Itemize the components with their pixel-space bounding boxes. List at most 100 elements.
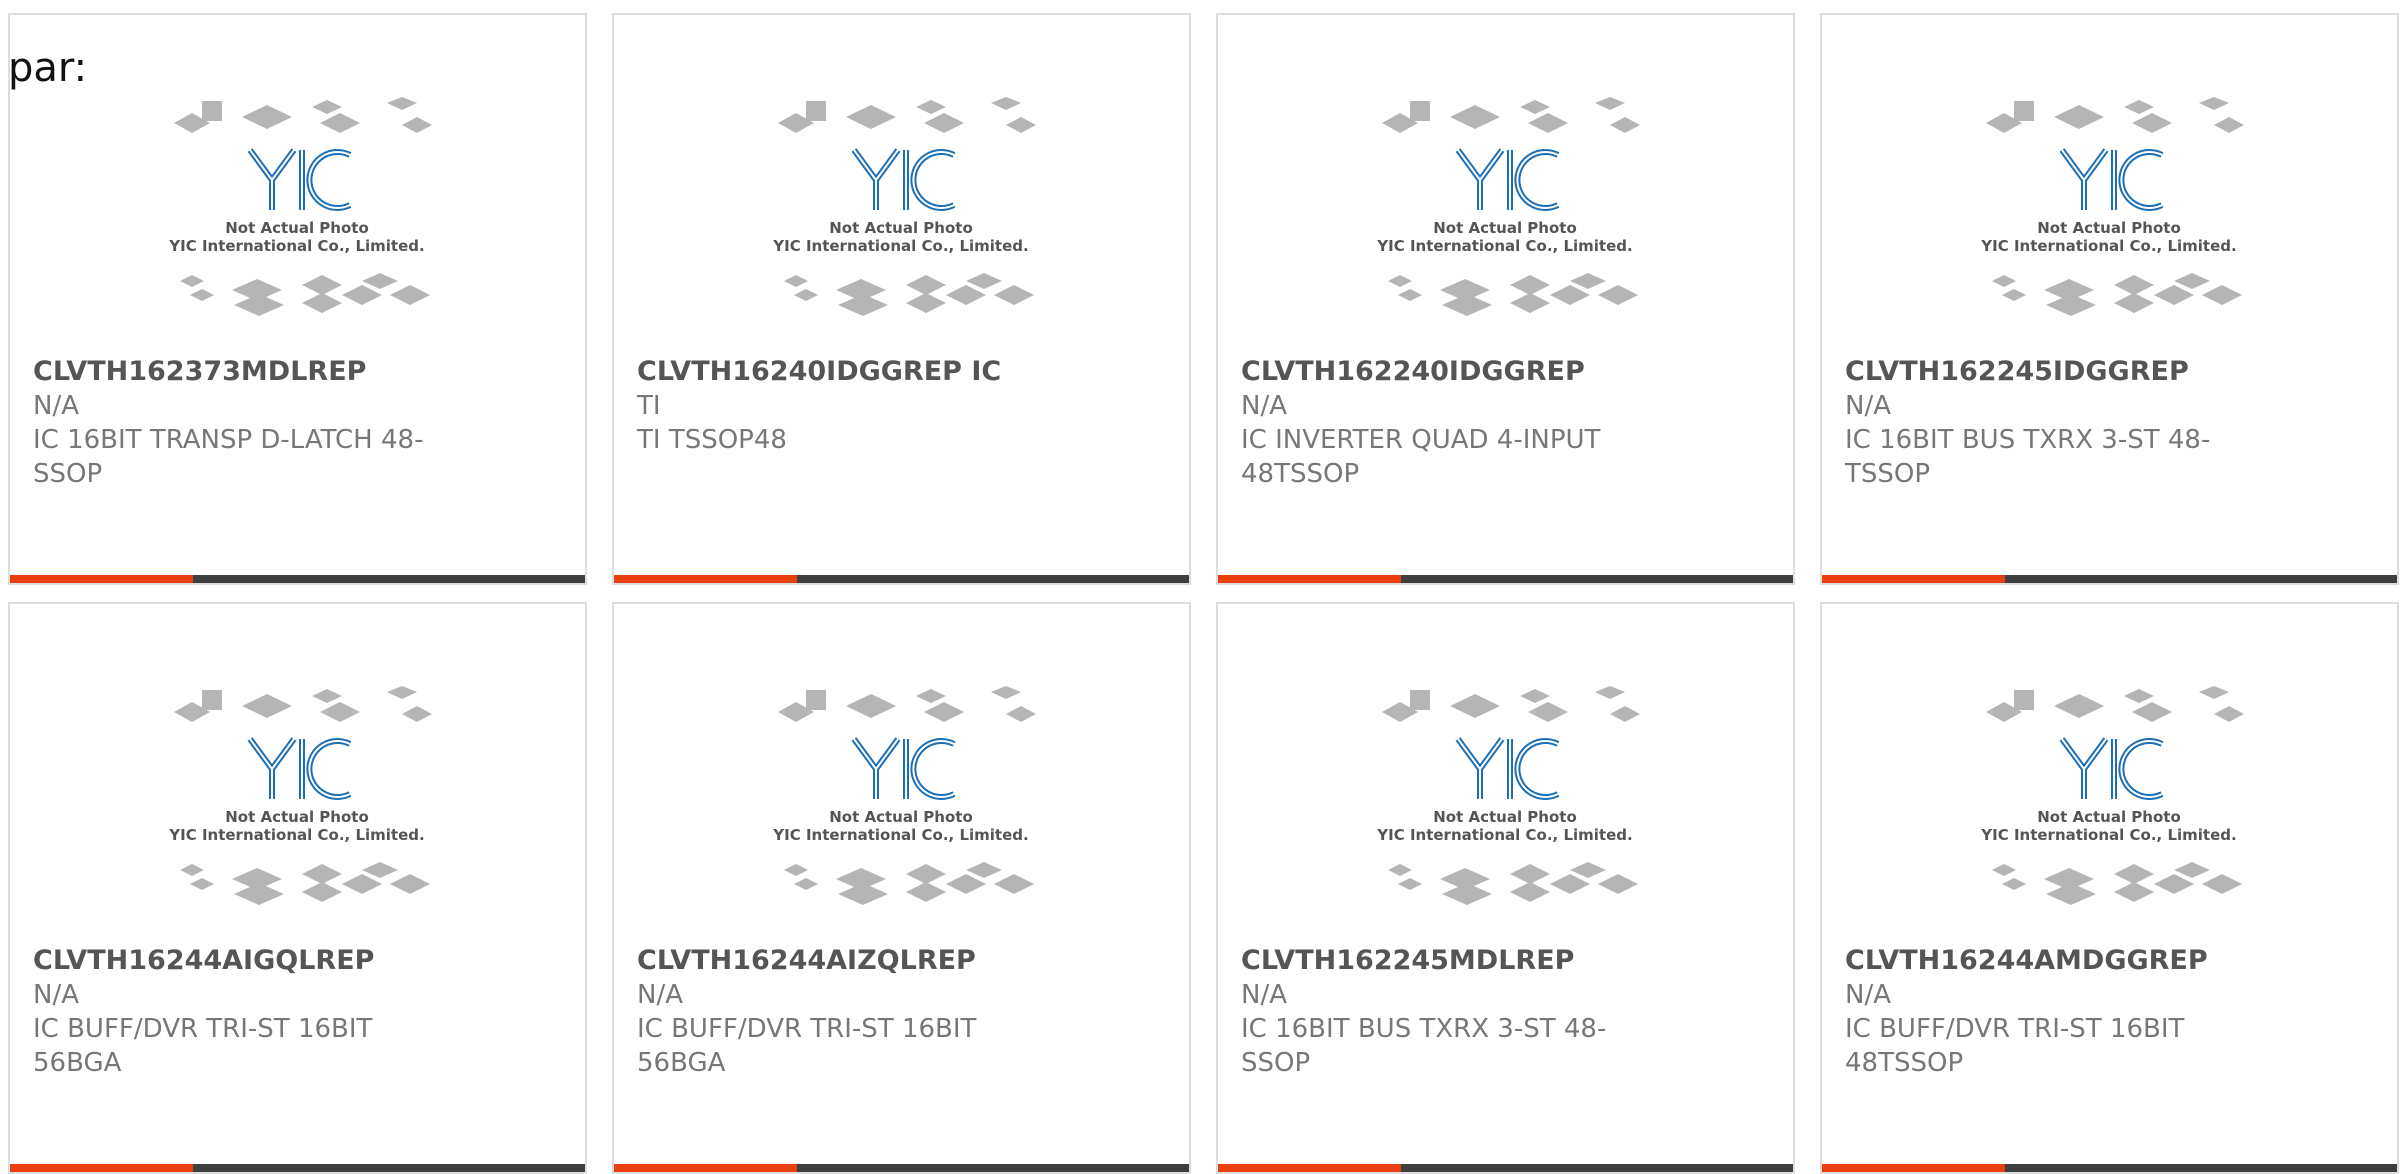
product-card[interactable]: Not Actual Photo YIC International Co., L… [1820,13,2399,585]
chip-icon [190,878,214,890]
product-manufacturer: N/A [33,391,79,421]
chip-icon [1595,686,1625,699]
chip-icon [302,293,342,313]
product-name[interactable]: CLVTH162245MDLREP [1241,944,1671,978]
card-footer-accent [1218,1164,1401,1172]
product-info: CLVTH162245IDGGREP N/A IC 16BIT BUS TXRX… [1845,355,2275,491]
product-name[interactable]: CLVTH16244AIGQLREP [33,944,463,978]
product-card[interactable]: Not Actual Photo YIC International Co., L… [612,13,1191,585]
chip-icon [180,864,204,876]
chip-icon [1398,878,1422,890]
chip-icon [1510,864,1550,884]
card-footer-accent [1218,575,1401,583]
product-info: CLVTH162240IDGGREP N/A IC INVERTER QUAD … [1241,355,1671,491]
product-card[interactable]: Not Actual Photo YIC International Co., L… [1216,602,1795,1174]
chip-icon [2124,100,2154,114]
product-info: CLVTH16244AIZQLREP N/A IC BUFF/DVR TRI-S… [637,944,1067,1080]
product-name[interactable]: CLVTH162373MDLREP [33,355,463,389]
chip-icon [402,706,432,722]
product-name[interactable]: CLVTH16240IDGGREP IC [637,355,1067,389]
chip-icon [2132,702,2172,722]
chip-icon [2202,874,2242,894]
product-name[interactable]: CLVTH162245IDGGREP [1845,355,2275,389]
chip-icon [1410,690,1430,710]
chip-icon [1528,113,1568,133]
chip-icon [991,686,1021,699]
chip-icon [1550,285,1590,305]
product-placeholder-image[interactable]: Not Actual PhotoYIC International Co., L… [1974,684,2244,934]
chip-icon [906,275,946,295]
yic-logo-icon [851,148,956,211]
chip-icon [2199,97,2229,110]
thumbnail-caption: YIC International Co., Limited. [168,237,424,255]
chip-icon [2114,293,2154,313]
chip-icon [342,285,382,305]
chip-icon [784,275,808,287]
yic-logo-icon [247,737,352,800]
chip-icon [234,294,284,316]
thumbnail-caption: YIC International Co., Limited. [772,826,1028,844]
yic-logo-icon [1455,148,1560,211]
chip-icon [242,105,292,129]
product-info: CLVTH16244AMDGGREP N/A IC BUFF/DVR TRI-S… [1845,944,2275,1080]
product-card[interactable]: Not Actual Photo YIC International Co., L… [612,602,1191,1174]
chip-icon [1550,874,1590,894]
chip-icon [2214,706,2244,722]
chip-icon [1006,706,1036,722]
product-placeholder-image[interactable]: Not Actual PhotoYIC International Co., L… [766,95,1036,345]
thumbnail-caption: YIC International Co., Limited. [1376,826,1632,844]
product-name[interactable]: CLVTH16244AIZQLREP [637,944,1067,978]
product-placeholder-image[interactable]: Not Actual PhotoYIC International Co., L… [1370,684,1640,934]
product-card[interactable]: Not Actual Photo YIC International Co., L… [1820,602,2399,1174]
chip-icon [2054,694,2104,718]
card-footer-bar [1822,575,2397,583]
chip-icon [2214,117,2244,133]
chip-icon [846,694,896,718]
chip-icon [320,702,360,722]
product-info: CLVTH162373MDLREP N/A IC 16BIT TRANSP D-… [33,355,463,491]
chip-icon [1510,882,1550,902]
chip-icon [1520,100,1550,114]
chip-icon [302,882,342,902]
chip-icon [794,289,818,301]
card-footer-bar [10,1164,585,1172]
chip-icon [362,862,398,878]
chip-icon [390,874,430,894]
yic-logo-icon [851,737,956,800]
chip-icon [2114,275,2154,295]
product-placeholder-image[interactable]: Not Actual PhotoYIC International Co., L… [766,684,1036,934]
product-description: IC 16BIT BUS TXRX 3-ST 48- TSSOP [1845,425,2211,489]
chip-icon [1398,289,1422,301]
chip-icon [1598,285,1638,305]
thumbnail-caption: YIC International Co., Limited. [772,237,1028,255]
product-name[interactable]: CLVTH162240IDGGREP [1241,355,1671,389]
product-name[interactable]: CLVTH16244AMDGGREP [1845,944,2275,978]
chip-icon [302,864,342,884]
chip-icon [1006,117,1036,133]
chip-icon [966,273,1002,289]
chip-icon [906,882,946,902]
chip-icon [994,285,1034,305]
product-placeholder-image[interactable]: Not Actual PhotoYIC International Co., L… [162,95,432,345]
product-card[interactable]: Not Actual Photo YIC International Co., L… [8,602,587,1174]
product-manufacturer: TI [637,391,661,421]
chip-icon [1610,117,1640,133]
product-placeholder-image[interactable]: Not Actual PhotoYIC International Co., L… [1370,95,1640,345]
chip-icon [906,864,946,884]
product-card[interactable]: Not Actual Photo YIC International Co., L… [1216,13,1795,585]
yic-logo-icon [247,148,352,211]
product-placeholder-image[interactable]: Not Actual PhotoYIC International Co., L… [162,684,432,934]
product-card[interactable]: par: Not Actual Photo YIC International C… [8,13,587,585]
yic-logo-icon [1455,737,1560,800]
chip-icon [402,117,432,133]
chip-icon [916,100,946,114]
chip-icon [242,694,292,718]
chip-icon [234,883,284,905]
chip-icon [1388,275,1412,287]
product-placeholder-image[interactable]: Not Actual PhotoYIC International Co., L… [1974,95,2244,345]
chip-icon [2202,285,2242,305]
product-info: CLVTH16244AIGQLREP N/A IC BUFF/DVR TRI-S… [33,944,463,1080]
chip-icon [2002,878,2026,890]
chip-icon [320,113,360,133]
thumbnail-caption: Not Actual Photo [2037,808,2181,826]
